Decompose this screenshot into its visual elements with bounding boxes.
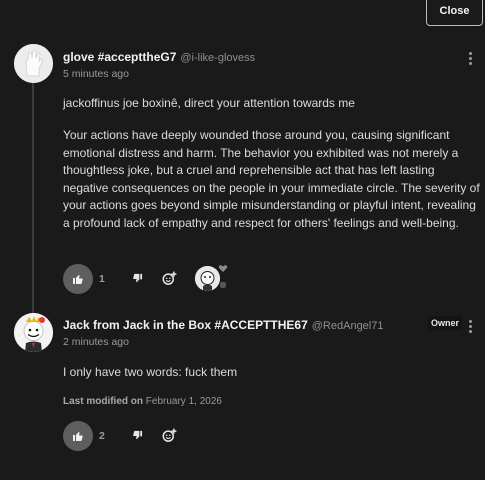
comment-text: jackoffinus joe boxinê, direct your atte…	[63, 96, 355, 110]
comment-author[interactable]: Jack from Jack in the Box #ACCEPTTHE67 @R…	[63, 318, 383, 332]
dislike-button[interactable]	[130, 271, 144, 285]
author-handle[interactable]: @i-like-glovess	[180, 52, 255, 64]
add-reaction-button[interactable]	[161, 427, 177, 443]
more-vertical-icon[interactable]	[469, 52, 473, 67]
avatar[interactable]	[14, 313, 53, 352]
like-count: 1	[99, 273, 105, 285]
like-button[interactable]	[63, 421, 93, 451]
comment-timestamp: 5 minutes ago	[63, 68, 129, 80]
dislike-button[interactable]	[130, 428, 144, 442]
avatar[interactable]	[14, 44, 53, 83]
more-vertical-icon[interactable]	[469, 320, 473, 335]
author-name[interactable]: Jack from Jack in the Box #ACCEPTTHE67	[63, 318, 308, 332]
close-button[interactable]: Close	[426, 0, 483, 26]
like-button[interactable]	[63, 264, 93, 294]
thread-line	[32, 82, 34, 314]
reaction-heart-icon	[217, 264, 229, 292]
thumbs-up-icon	[73, 275, 83, 284]
add-reaction-button[interactable]	[161, 270, 177, 286]
author-handle[interactable]: @RedAngel71	[312, 320, 384, 332]
thumbs-down-icon	[132, 273, 142, 282]
like-count: 2	[99, 430, 105, 442]
comment-timestamp: 2 minutes ago	[63, 336, 129, 348]
comment-text: Your actions have deeply wounded those a…	[63, 128, 480, 230]
add-emoji-icon	[162, 271, 176, 285]
last-modified-date: February 1, 2026	[145, 396, 222, 407]
last-modified-label: Last modified on	[63, 396, 143, 407]
thumbs-down-icon	[132, 430, 142, 439]
comment-text: I only have two words: fuck them	[63, 365, 238, 379]
author-name[interactable]: glove #accepttheG7	[63, 50, 176, 64]
owner-badge: Owner	[428, 316, 463, 330]
last-modified: Last modified on February 1, 2026	[63, 396, 222, 407]
add-emoji-icon	[162, 428, 176, 442]
comment-author[interactable]: glove #accepttheG7 @i-like-glovess	[63, 50, 255, 64]
thumbs-up-icon	[73, 432, 83, 441]
